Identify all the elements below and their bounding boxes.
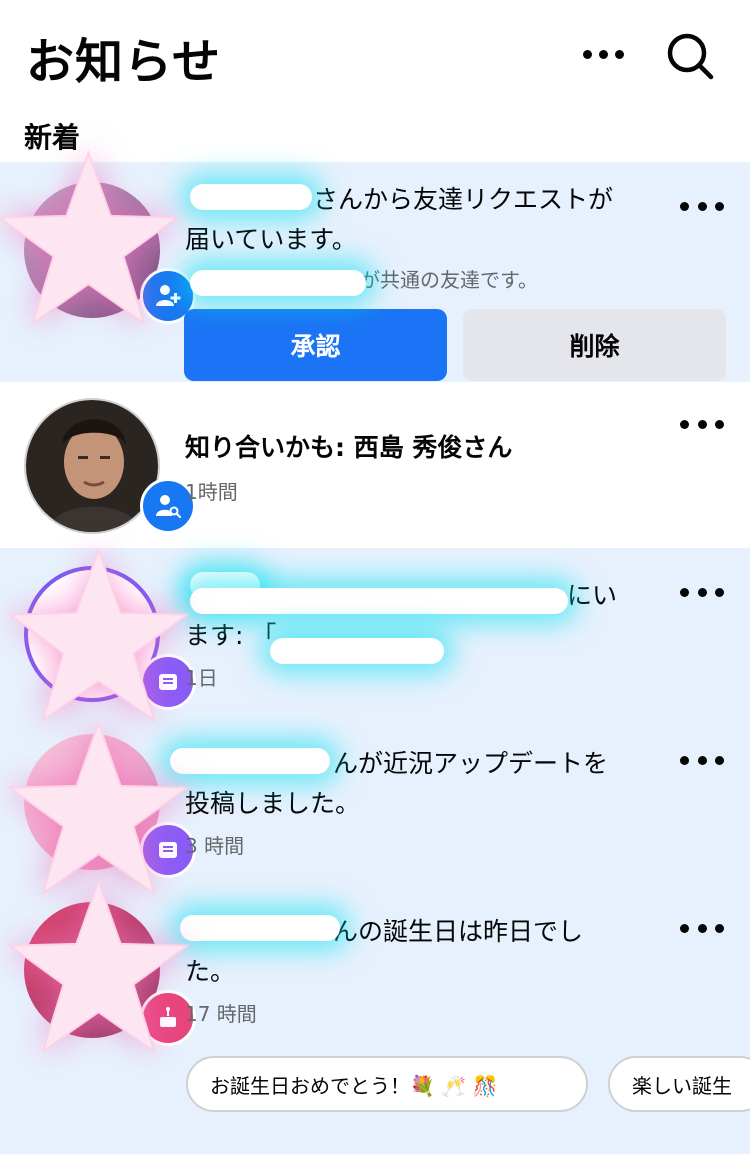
confirm-button[interactable]: 承認 (184, 309, 447, 381)
star-sticker (0, 150, 181, 326)
profile-photo (26, 400, 158, 532)
star-sticker (6, 878, 191, 1054)
notification-more-button[interactable] (680, 582, 724, 602)
notification-more-button[interactable] (680, 196, 724, 216)
notification-time: 17 時間 (185, 1002, 257, 1026)
more-dots-icon (680, 755, 689, 765)
more-dots-icon (680, 923, 689, 933)
more-dots-icon (680, 587, 689, 597)
notifications-page: お知らせ 新着 さんから友達リクエストが 届いています。 が共通の友達です。 承… (0, 0, 750, 1154)
more-options-button[interactable] (576, 36, 630, 72)
redaction-mark (190, 270, 366, 296)
notification-more-button[interactable] (680, 918, 724, 938)
notification-more-button[interactable] (680, 750, 724, 770)
redaction-mark (190, 588, 568, 614)
redaction-mark (270, 638, 444, 664)
redaction-mark (190, 184, 312, 210)
delete-button[interactable]: 削除 (463, 309, 726, 381)
quick-reply-chip[interactable]: 楽しい誕生 (608, 1056, 750, 1112)
more-dots-icon (680, 201, 689, 211)
page-title: お知らせ (26, 34, 222, 90)
notification-text-line2: た。 (185, 957, 236, 986)
star-sticker (6, 547, 191, 723)
notification-text-line2: 届いています。 (185, 225, 357, 254)
notification-more-button[interactable] (680, 414, 724, 434)
search-icon[interactable] (662, 28, 718, 84)
header: お知らせ (0, 0, 750, 110)
notification-time: 1時間 (185, 480, 238, 504)
more-dots-icon (582, 49, 592, 59)
redaction-mark (180, 915, 340, 941)
notification-text-line2: 投稿しました。 (185, 789, 361, 818)
quick-reply-chip[interactable]: お誕生日おめでとう！💐 🥂 🎊 (186, 1056, 588, 1112)
avatar[interactable] (24, 398, 196, 534)
redaction-mark (170, 748, 330, 774)
notification-text: 知り合いかも: 西島 秀俊さん (185, 433, 513, 462)
notification-time: 3 時間 (185, 834, 245, 858)
notification-people-you-may-know[interactable]: 知り合いかも: 西島 秀俊さん 1時間 (0, 382, 750, 548)
star-sticker (6, 720, 191, 896)
more-dots-icon (680, 419, 689, 429)
mutual-friends-text: が共通の友達です。 (360, 268, 538, 292)
